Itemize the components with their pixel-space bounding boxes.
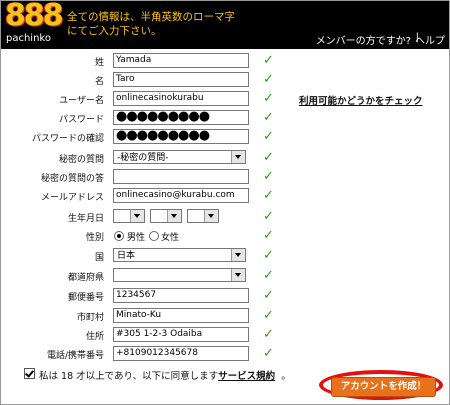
create-account-button[interactable]: アカウントを作成！ — [331, 377, 436, 397]
secret-question-value: -秘密の質問- — [117, 153, 169, 163]
check-icon: ✓ — [263, 129, 274, 144]
age-terms-checkbox[interactable] — [24, 368, 35, 379]
secret-answer-label: 秘密の質問の答 — [40, 174, 104, 184]
chevron-down-icon[interactable] — [167, 210, 181, 222]
city-label: 市町村 — [76, 313, 104, 323]
row-postal-code: 郵便番号 1234567 ✓ — [1, 287, 449, 305]
check-icon: ✓ — [263, 110, 274, 125]
address-input[interactable]: #305 1-2-3 Odaiba — [113, 327, 249, 342]
agree-text: 私は 18 才以上であり、以下に同意しますサービス規約 。 — [39, 368, 291, 382]
city-input[interactable]: Minato-Ku — [113, 308, 249, 323]
phone-input[interactable]: +8109012345678 — [113, 346, 249, 361]
row-prefecture: 都道府県 ✓ — [1, 267, 449, 285]
header-message-line1: 全ての情報は、半角英数のローマ字 — [67, 11, 235, 23]
row-password-confirm: パスワードの確認 ●●●●●●●●● ✓ — [1, 128, 449, 146]
phone-label: 電話/携帯番号 — [46, 351, 104, 361]
row-birthdate: 生年月日 ✓ — [1, 208, 449, 226]
agree-period: 。 — [281, 371, 291, 382]
birth-day-select[interactable] — [187, 209, 219, 223]
row-password: パスワード ●●●●●●●●● ✓ — [1, 109, 449, 127]
logo-number: 888 — [5, 0, 64, 33]
email-input[interactable]: onlinecasino@kurabu.com — [113, 188, 249, 203]
birthdate-label: 生年月日 — [67, 214, 104, 224]
chevron-down-icon[interactable] — [231, 269, 245, 281]
agree-statement: 私は 18 才以上であり、以下に同意します — [39, 371, 219, 382]
country-value: 日本 — [117, 251, 136, 261]
check-icon: ✓ — [263, 53, 274, 68]
row-secret-answer: 秘密の質問の答 ✓ — [1, 168, 449, 186]
terms-of-service-link[interactable]: サービス規約 — [218, 371, 275, 382]
row-city: 市町村 Minato-Ku ✓ — [1, 307, 449, 325]
email-label: メールアドレス — [40, 193, 104, 203]
check-icon: ✓ — [263, 268, 274, 283]
logo-subtitle: pachinko — [6, 33, 51, 44]
chevron-down-icon[interactable] — [204, 210, 218, 222]
row-gender: 性別 男性 女性 ✓ — [1, 227, 449, 245]
birth-year-select[interactable] — [113, 209, 145, 223]
row-email: メールアドレス onlinecasino@kurabu.com ✓ — [1, 187, 449, 205]
header-message: 全ての情報は、半角英数のローマ字 にてご入力下さい。 — [67, 10, 247, 38]
row-secret-question: 秘密の質問 -秘密の質問- ✓ — [1, 149, 449, 167]
check-icon: ✓ — [263, 72, 274, 87]
check-icon: ✓ — [263, 288, 274, 303]
registration-window: 888 pachinko 全ての情報は、半角英数のローマ字 にてご入力下さい。 … — [0, 0, 450, 405]
check-icon: ✓ — [263, 346, 274, 361]
password-input[interactable]: ●●●●●●●●● — [113, 110, 249, 125]
country-label: 国 — [94, 253, 104, 263]
gender-label: 性別 — [85, 233, 104, 243]
username-input[interactable]: onlinecasinokurabu — [113, 91, 249, 106]
check-icon: ✓ — [263, 248, 274, 263]
member-link[interactable]: メンバーの方ですか? — [316, 32, 411, 47]
check-icon: ✓ — [263, 91, 274, 106]
secret-question-select[interactable]: -秘密の質問- — [113, 150, 246, 164]
postal-code-label: 郵便番号 — [67, 293, 104, 303]
prefecture-label: 都道府県 — [67, 273, 104, 283]
gender-female-label: 女性 — [161, 233, 180, 243]
check-icon: ✓ — [263, 308, 274, 323]
postal-code-input[interactable]: 1234567 — [113, 288, 249, 303]
first-name-label: 名 — [94, 77, 104, 87]
row-phone: 電話/携帯番号 +8109012345678 ✓ — [1, 345, 449, 363]
check-icon: ✓ — [263, 228, 274, 243]
secret-answer-input[interactable] — [113, 169, 249, 184]
row-country: 国 日本 ✓ — [1, 247, 449, 265]
header-bar: 888 pachinko 全ての情報は、半角英数のローマ字 にてご入力下さい。 … — [1, 0, 449, 49]
row-username: ユーザー名 onlinecasinokurabu ✓ 利用可能かどうかをチェック — [1, 90, 449, 108]
last-name-input[interactable]: Yamada — [113, 53, 249, 68]
last-name-label: 姓 — [94, 58, 104, 68]
check-icon: ✓ — [263, 188, 274, 203]
row-last-name: 姓 Yamada ✓ — [1, 52, 449, 70]
check-icon: ✓ — [263, 209, 274, 224]
help-link[interactable]: ヘルプ — [415, 32, 445, 47]
gender-male-label: 男性 — [127, 233, 146, 243]
username-label: ユーザー名 — [59, 96, 104, 106]
row-address: 住所 #305 1-2-3 Odaiba ✓ — [1, 326, 449, 344]
secret-question-label: 秘密の質問 — [58, 155, 104, 165]
check-icon: ✓ — [263, 169, 274, 184]
check-icon: ✓ — [263, 150, 274, 165]
first-name-input[interactable]: Taro — [113, 72, 249, 87]
address-label: 住所 — [85, 332, 104, 342]
gender-female-radio[interactable] — [149, 231, 159, 241]
password-confirm-input[interactable]: ●●●●●●●●● — [113, 129, 249, 144]
chevron-down-icon[interactable] — [231, 151, 245, 163]
country-select[interactable]: 日本 — [113, 248, 246, 262]
gender-male-radio[interactable] — [114, 231, 124, 241]
prefecture-select[interactable] — [113, 268, 246, 282]
header-message-line2: にてご入力下さい。 — [67, 25, 162, 37]
chevron-down-icon[interactable] — [231, 249, 245, 261]
password-label: パスワード — [58, 115, 104, 125]
row-first-name: 名 Taro ✓ — [1, 71, 449, 89]
birth-month-select[interactable] — [150, 209, 182, 223]
check-availability-link[interactable]: 利用可能かどうかをチェック — [299, 93, 423, 107]
password-confirm-label: パスワードの確認 — [31, 134, 104, 144]
logo: 888 pachinko — [5, 0, 64, 48]
chevron-down-icon[interactable] — [130, 210, 144, 222]
check-icon: ✓ — [263, 327, 274, 342]
